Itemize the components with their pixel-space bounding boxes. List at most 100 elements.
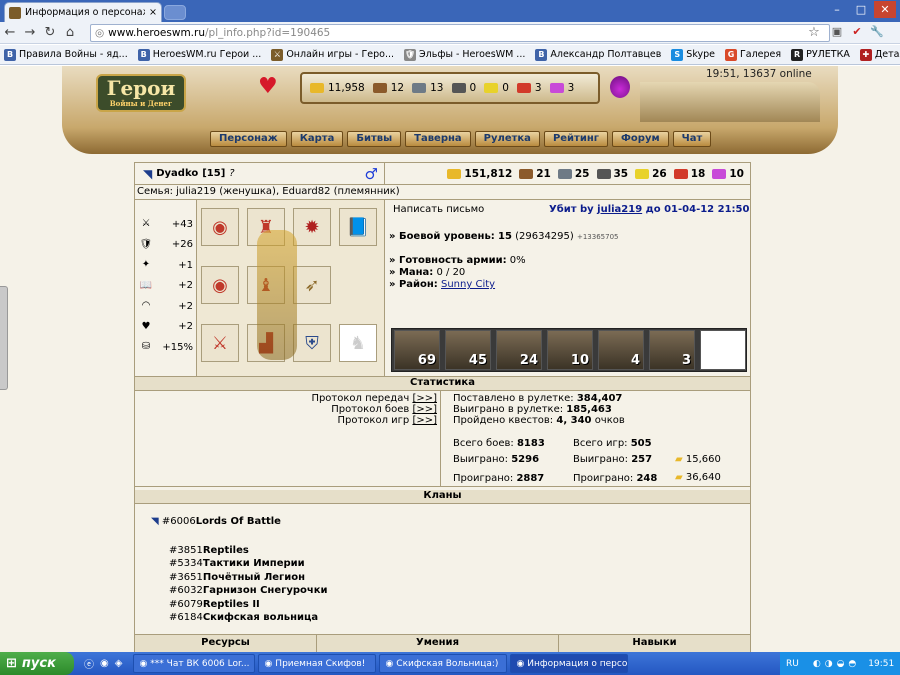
menu-item[interactable]: Форум: [612, 131, 669, 147]
menu-item[interactable]: Персонаж: [210, 131, 287, 147]
tray-icon[interactable]: ◓: [848, 659, 856, 669]
write-letter-link[interactable]: Написать письмо: [393, 204, 484, 215]
bookmark-item[interactable]: ⚔ Онлайн игры - Геро...: [271, 48, 398, 61]
army-unit[interactable]: [700, 330, 746, 370]
wrench-icon[interactable]: 🔧: [870, 24, 884, 40]
army-unit[interactable]: 10: [547, 330, 593, 370]
equip-slot-ring2[interactable]: ◉: [201, 266, 239, 304]
app-icon: ◉: [385, 658, 394, 669]
bookmark-icon: S: [671, 48, 684, 61]
stat-value: +43: [171, 218, 193, 230]
bookmark-item[interactable]: B Правила Войны - яд...: [4, 48, 132, 61]
address-bar[interactable]: ◎ www.heroeswm.ru/pl_info.php?id=190465: [90, 24, 830, 42]
new-tab-button[interactable]: [164, 5, 186, 20]
bottom-headers: Ресурсы Умения Навыки: [135, 634, 750, 652]
section-header: Умения: [317, 635, 559, 652]
menu-item[interactable]: Рейтинг: [543, 131, 608, 147]
main-clan[interactable]: ◥ #6006Lords Of Battle: [151, 516, 281, 527]
stat-value: +2: [178, 321, 193, 332]
menu-item[interactable]: Карта: [290, 131, 344, 147]
bookmark-label: HeroesWM.ru Герои ...: [152, 49, 262, 60]
language-indicator[interactable]: RU: [786, 659, 799, 669]
protocol-link[interactable]: [>>]: [412, 393, 437, 404]
equip-slot-ring[interactable]: ◉: [201, 208, 239, 246]
browser-tab[interactable]: Информация о персонаже. ×: [4, 2, 162, 22]
bookmark-item[interactable]: G Галерея: [725, 48, 785, 61]
stat-row: 📖 +2: [139, 280, 193, 292]
crystals-icon: [516, 83, 531, 93]
menu-item[interactable]: Рулетка: [474, 131, 540, 147]
tray-icon[interactable]: ◒: [837, 659, 845, 669]
killed-by-player-link[interactable]: julia219: [597, 204, 642, 215]
clan-item[interactable]: #6079Reptiles II: [169, 598, 328, 611]
sulfur-icon: [484, 83, 499, 93]
quicklaunch-ie-icon[interactable]: ⓔ: [84, 656, 94, 671]
menu-item[interactable]: Битвы: [347, 131, 402, 147]
army-unit[interactable]: 3: [649, 330, 695, 370]
side-scroll-handle[interactable]: [0, 286, 8, 390]
protocol-link[interactable]: [>>]: [412, 404, 437, 415]
forward-icon[interactable]: →: [20, 23, 40, 43]
mercury-amount: 0: [469, 82, 477, 94]
tab-close-icon[interactable]: ×: [149, 7, 157, 18]
tray-icon[interactable]: ◑: [825, 659, 833, 669]
protocol-link[interactable]: [>>]: [412, 415, 437, 426]
bookmark-icon: B: [4, 48, 16, 61]
bookmark-icon: ✚: [859, 48, 872, 61]
sulfur-icon: [635, 168, 650, 179]
unit-count: 24: [519, 353, 538, 368]
player-info-panel: ◥ Dyadko [15] ? ♂ 151,812 21 25 35 26 18 10 Се…: [134, 162, 751, 652]
favicon-icon: [9, 6, 21, 19]
clan-item[interactable]: #3851Reptiles: [169, 544, 328, 557]
tray-icon[interactable]: ◐: [813, 659, 821, 669]
home-icon[interactable]: ⌂: [60, 23, 80, 43]
extension-icon[interactable]: ✔: [850, 24, 864, 40]
bookmark-label: Детальная Статист...: [874, 49, 900, 60]
ore-icon: [557, 168, 572, 179]
district-link[interactable]: Sunny City: [441, 279, 495, 290]
protocol-label: Протокол боев: [331, 404, 410, 415]
reload-icon[interactable]: ↻: [40, 23, 60, 43]
bookmark-item[interactable]: ✚Детальная Статист...: [859, 48, 900, 61]
bookmark-item[interactable]: S Skype: [671, 48, 719, 61]
back-icon[interactable]: ←: [0, 23, 20, 43]
bookmark-item[interactable]: B HeroesWM.ru Герои ...: [137, 48, 266, 61]
equip-slot-weapon[interactable]: ⚔: [201, 324, 239, 362]
equip-slot-amulet[interactable]: ✹: [293, 208, 331, 246]
army-unit[interactable]: 24: [496, 330, 542, 370]
start-button[interactable]: ⊞ пуск: [0, 652, 74, 675]
taskbar-item[interactable]: ◉ Скифская Вольница:): [379, 654, 508, 673]
army-unit[interactable]: 45: [445, 330, 491, 370]
bookmark-item[interactable]: B Александр Полтавцев: [535, 48, 665, 61]
clan-item[interactable]: #6184Скифская вольница: [169, 611, 328, 624]
equip-slot-shield[interactable]: ⛨: [293, 324, 331, 362]
gender-male-icon: ♂: [364, 164, 378, 183]
menu-item[interactable]: Чат: [672, 131, 712, 147]
equip-slot-horse[interactable]: ♞: [339, 324, 377, 362]
army-unit[interactable]: 69: [394, 330, 440, 370]
header-resources: 11,958 12 13 0 0 3 3: [300, 72, 600, 104]
minimize-icon[interactable]: –: [826, 1, 848, 18]
taskbar-item[interactable]: ◉ Информация о персо...: [510, 654, 629, 673]
menu-item[interactable]: Таверна: [405, 131, 471, 147]
game-logo[interactable]: Герои Войны и Денег: [96, 74, 186, 112]
army-unit[interactable]: 4: [598, 330, 644, 370]
quicklaunch-chrome-icon[interactable]: ◉: [100, 658, 109, 669]
taskbar-item[interactable]: ◉ Приемная Скифов!: [258, 654, 377, 673]
clan-item[interactable]: #3651Почётный Легион: [169, 571, 328, 584]
extension-icon[interactable]: ▣: [830, 24, 844, 40]
quicklaunch-icon[interactable]: ◈: [115, 658, 123, 669]
player-name: Dyadko: [156, 168, 199, 179]
taskbar-item[interactable]: ◉ *** Чат ВК 6006 Lor...: [133, 654, 256, 673]
bookmark-item[interactable]: R РУЛЕТКА: [791, 48, 854, 61]
equip-slot-bow[interactable]: ➶: [293, 266, 331, 304]
clan-item[interactable]: #6032Гарнизон Снегурочки: [169, 584, 328, 597]
close-window-icon[interactable]: ✕: [874, 1, 896, 18]
maximize-icon[interactable]: □: [850, 1, 872, 18]
bookmark-star-icon[interactable]: ☆: [806, 24, 822, 42]
bookmark-item[interactable]: 🛡 Эльфы - HeroesWM ...: [404, 48, 529, 61]
equip-slot-book[interactable]: 📘: [339, 208, 377, 246]
district: » Район: Sunny City: [389, 279, 496, 290]
help-icon[interactable]: ?: [229, 168, 234, 179]
clan-item[interactable]: #5334Тактики Империи: [169, 557, 328, 570]
